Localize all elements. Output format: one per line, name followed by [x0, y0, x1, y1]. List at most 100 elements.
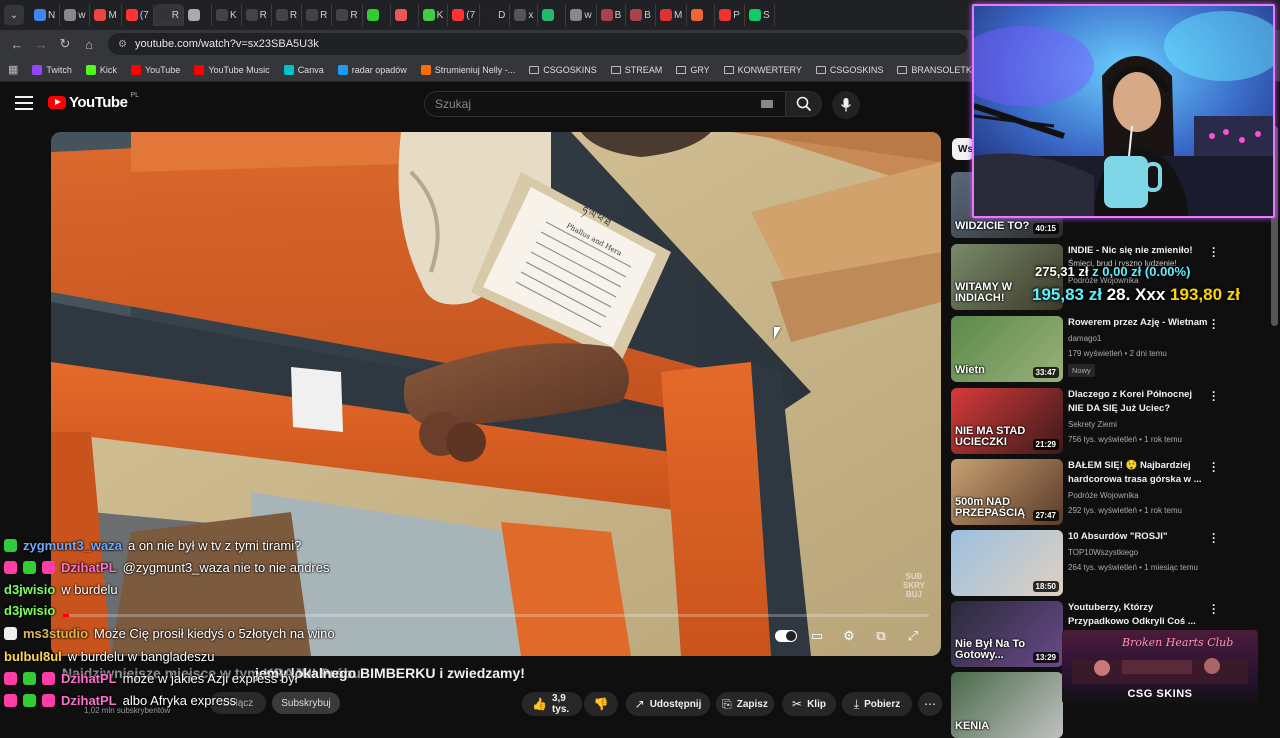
address-bar[interactable]: ⚙ youtube.com/watch?v=sx23SBA5U3k — [108, 33, 968, 55]
browser-tab[interactable]: K — [212, 4, 242, 26]
autoplay-toggle[interactable] — [775, 630, 797, 642]
video-thumbnail[interactable]: NIE MA STAD UCIECZKI 21:29 — [951, 388, 1063, 454]
tab-search-button[interactable]: ⌄ — [4, 5, 24, 25]
share-button[interactable]: ↗ Udostępnij — [626, 692, 710, 716]
bookmark-item[interactable]: Twitch — [32, 64, 72, 75]
apps-grid-icon[interactable]: ▦ — [8, 63, 18, 76]
browser-tab[interactable] — [538, 4, 567, 26]
bookmark-item[interactable]: Kick — [85, 64, 117, 75]
channel-name[interactable]: Sekrety Ziemi — [1068, 420, 1117, 429]
recommended-video-title[interactable]: Rowerem przez Azję - Wietnam — [1068, 316, 1208, 330]
bookmark-item[interactable]: CSGOSKINS — [815, 65, 883, 75]
bookmark-item[interactable]: YouTube — [130, 64, 180, 75]
browser-tab[interactable]: B — [626, 4, 656, 26]
recommended-video-title[interactable]: 10 Absurdów "ROSJI" — [1068, 530, 1208, 544]
bookmark-item[interactable]: GRY — [676, 65, 710, 75]
browser-tab[interactable]: D — [480, 4, 511, 26]
recommended-video[interactable]: NIE MA STAD UCIECZKI 21:29 Dlaczego z Kore… — [951, 386, 1251, 454]
recommended-video-title[interactable]: Dlaczego z Korei Północnej NIE DA SIĘ Ju… — [1068, 388, 1208, 416]
chat-message: DzihatPL albo Afryka express — [4, 691, 236, 709]
bookmark-item[interactable]: BRANSOLETKI — [897, 65, 974, 75]
reload-button[interactable]: ↻ — [54, 33, 76, 55]
more-actions-button[interactable]: ⋯ — [918, 692, 942, 716]
browser-tab[interactable]: K — [419, 4, 449, 26]
more-vertical-icon[interactable]: · · · — [1210, 599, 1218, 619]
settings-gear-icon[interactable]: ⚙ — [837, 626, 861, 646]
fullscreen-icon[interactable]: ⤢ — [901, 626, 925, 646]
chat-message: zygmunt3_waza a on nie był w tv z tymi ti… — [4, 536, 301, 554]
chat-badge-icon — [23, 693, 36, 707]
home-button[interactable]: ⌂ — [78, 33, 100, 55]
site-info-icon[interactable]: ⚙ — [118, 39, 127, 50]
video-thumbnail[interactable]: 18:50 — [951, 530, 1063, 596]
download-button[interactable]: ⤓ Pobierz — [842, 692, 912, 716]
recommended-video[interactable]: Wietn 33:47 Rowerem przez Azję - Wietnam da… — [951, 314, 1251, 382]
browser-tab[interactable]: R — [272, 4, 303, 26]
browser-tab[interactable]: P — [715, 4, 745, 26]
browser-tab[interactable]: R — [242, 4, 272, 26]
browser-tab[interactable]: (7 — [448, 4, 481, 26]
filter-chip-all[interactable]: Ws — [952, 138, 974, 160]
browser-tab[interactable]: (7 — [122, 4, 154, 26]
keyboard-icon[interactable] — [761, 100, 773, 108]
bookmark-item[interactable]: CSGOSKINS — [529, 65, 597, 75]
channel-name[interactable]: TOP10Wszystkiego — [1068, 548, 1138, 557]
browser-tab[interactable] — [391, 4, 419, 26]
search-button[interactable] — [786, 91, 822, 117]
recommended-video[interactable]: 500m NAD PRZEPAŚCIĄ 27:47 BAŁEM SIĘ! 😲 Naj… — [951, 457, 1251, 525]
bookmark-item[interactable]: Canva — [283, 64, 324, 75]
recommended-video-title[interactable]: BAŁEM SIĘ! 😲 Najbardziej hardcorowa tras… — [1068, 459, 1208, 487]
browser-tab[interactable]: R — [153, 4, 184, 26]
dislike-button[interactable]: 👎 — [584, 692, 618, 716]
youtube-logo[interactable]: YouTube PL — [48, 92, 139, 111]
video-player[interactable]: ཧ་ལ་ཕ་ཐ Phallus and Hera SUB SKRY BUJ ▭ … — [51, 132, 941, 656]
more-vertical-icon[interactable]: · · · — [1210, 386, 1218, 406]
more-vertical-icon[interactable]: · · · — [1210, 242, 1218, 262]
bookmark-item[interactable]: radar opadów — [337, 64, 407, 75]
video-thumbnail[interactable]: Nie Był Na To Gotowy... 13:29 — [951, 601, 1063, 667]
subscribe-button[interactable]: Subskrybuj — [272, 692, 340, 714]
channel-name[interactable]: damago1 — [1068, 334, 1101, 343]
browser-tab[interactable]: S — [745, 4, 775, 26]
save-button[interactable]: ⎘ Zapisz — [716, 692, 774, 716]
browser-tab[interactable] — [687, 4, 716, 26]
progress-bar[interactable] — [63, 614, 929, 617]
miniplayer-icon[interactable]: ⧉ — [869, 626, 893, 646]
recommended-video-title[interactable]: Youtuberzy, Którzy Przypadkowo Odkryli C… — [1068, 601, 1208, 629]
recommended-video[interactable]: 18:50 10 Absurdów "ROSJI" TOP10Wszystkiego… — [951, 528, 1251, 596]
browser-tab[interactable]: M — [656, 4, 688, 26]
bookmark-favicon — [283, 64, 294, 75]
browser-tab[interactable]: w — [60, 4, 91, 26]
more-vertical-icon[interactable]: · · · — [1210, 314, 1218, 334]
clip-button[interactable]: ✂ Klip — [782, 692, 836, 716]
browser-tab[interactable]: N — [30, 4, 61, 26]
channel-name[interactable]: Podróże Wojownika — [1068, 491, 1139, 500]
bookmark-label: YouTube Music — [208, 64, 270, 75]
browser-tab[interactable]: B — [597, 4, 627, 26]
bookmark-item[interactable]: YouTube Music — [194, 64, 270, 75]
browser-tab[interactable] — [184, 4, 212, 26]
video-thumbnail[interactable]: Wietn 33:47 — [951, 316, 1063, 382]
menu-icon[interactable] — [14, 94, 34, 112]
video-thumbnail[interactable]: KENIA — [951, 672, 1063, 738]
more-vertical-icon[interactable]: · · · — [1210, 457, 1218, 477]
bookmark-item[interactable]: Strumieniuj Nelly -... — [420, 64, 515, 75]
voice-search-button[interactable] — [832, 91, 860, 119]
more-vertical-icon[interactable]: · · · — [1210, 528, 1218, 548]
browser-tab[interactable]: M — [90, 4, 122, 26]
back-button[interactable]: ← — [6, 33, 28, 55]
like-button[interactable]: 👍 3,9 tys. — [522, 692, 582, 716]
recommended-video-title[interactable]: INDIE - Nic się nie zmieniło! — [1068, 244, 1208, 258]
forward-button[interactable]: → — [30, 33, 52, 55]
video-thumbnail[interactable]: 500m NAD PRZEPAŚCIĄ 27:47 — [951, 459, 1063, 525]
browser-tab[interactable] — [363, 4, 391, 26]
search-input[interactable]: Szukaj — [424, 91, 786, 117]
browser-tab[interactable]: x — [510, 4, 539, 26]
subtitles-icon[interactable]: ▭ — [805, 626, 829, 646]
donation-ticker-top: 275,31 zł z 0,00 zł (0.00%) — [1035, 264, 1191, 279]
browser-tab[interactable]: R — [302, 4, 333, 26]
bookmark-item[interactable]: STREAM — [610, 65, 662, 75]
bookmark-item[interactable]: KONWERTERY — [723, 65, 802, 75]
browser-tab[interactable]: R — [332, 4, 363, 26]
browser-tab[interactable]: w — [566, 4, 597, 26]
